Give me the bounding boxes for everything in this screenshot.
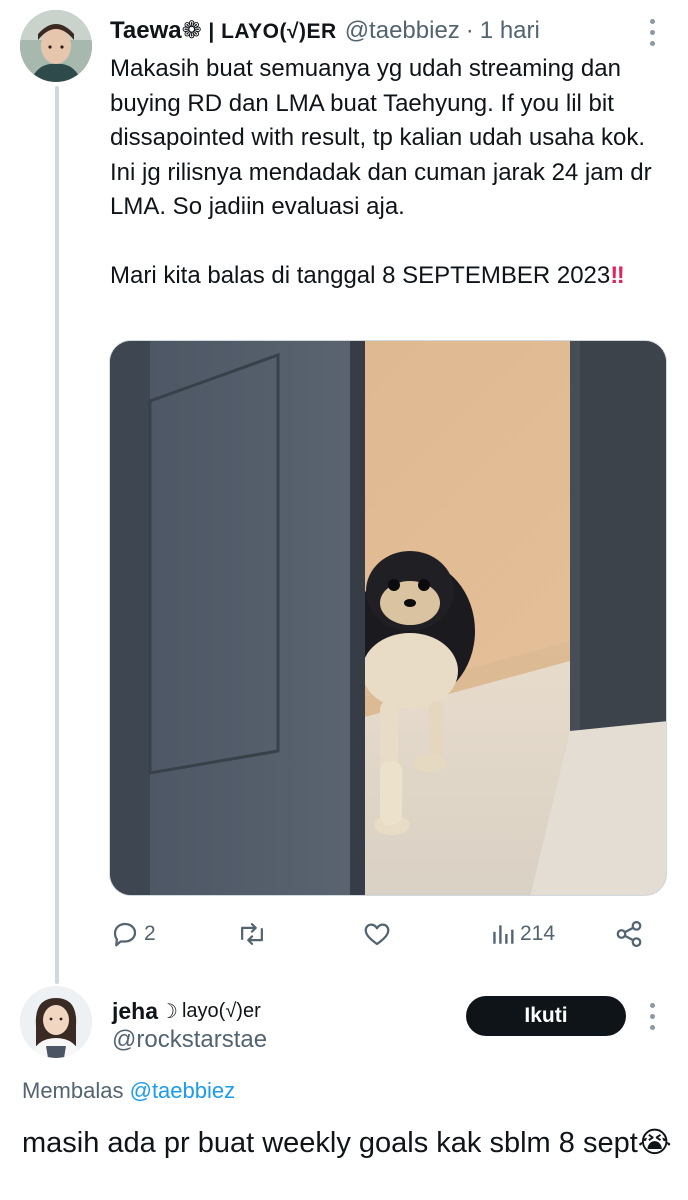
heart-icon — [364, 923, 390, 946]
tweet-text-paragraph-1: Makasih buat semuanya yg udah streaming … — [110, 55, 659, 220]
reply-author-name[interactable]: jeha ☽ layo(√)er — [112, 994, 261, 1028]
moon-emoji-icon: ☽ — [160, 1000, 178, 1023]
replying-to-line: Membalas @taebbiez — [22, 1078, 235, 1104]
flower-emoji-icon: ❁ — [181, 17, 202, 44]
reply-author-avatar[interactable] — [20, 986, 92, 1058]
views-button[interactable]: 214 — [490, 914, 555, 954]
author-name[interactable]: Taewa❁ | LAYO(√)ER — [110, 16, 337, 45]
reply-more-options-icon[interactable] — [642, 996, 662, 1036]
author-avatar[interactable] — [20, 10, 92, 82]
replying-prefix: Membalas — [22, 1078, 124, 1103]
reply-body: masih ada pr buat weekly goals kak sblm … — [22, 1124, 672, 1162]
reply-author-handle[interactable]: @rockstarstae — [112, 1026, 267, 1054]
tweet-text-paragraph-2: Mari kita balas di tanggal 8 SEPTEMBER 2… — [110, 262, 611, 289]
bar-chart-icon — [493, 925, 514, 944]
avatar-image — [20, 10, 92, 82]
dog-photo — [110, 341, 666, 895]
tweet-actions-bar: 2 214 — [110, 914, 666, 954]
share-button[interactable] — [614, 914, 644, 954]
reply-button[interactable]: 2 — [110, 914, 156, 954]
share-nodes-icon — [616, 921, 642, 947]
tweet-header: Taewa❁ | LAYO(√)ER @taebbiez · 1 hari — [110, 16, 650, 50]
crying-emoji-icon: 😭 — [637, 1127, 672, 1159]
tweet-media-photo[interactable] — [109, 340, 667, 896]
thread-connector-line — [55, 86, 59, 984]
avatar-image — [20, 986, 92, 1058]
tweet-timestamp[interactable]: 1 hari — [480, 17, 540, 45]
reply-text: masih ada pr buat weekly goals kak sblm … — [22, 1127, 638, 1159]
retweet-arrows-icon — [241, 923, 263, 945]
view-count: 214 — [520, 922, 556, 945]
reply-count: 2 — [144, 922, 156, 945]
replying-to-mention[interactable]: @taebbiez — [130, 1078, 236, 1103]
separator-dot: · — [465, 17, 474, 44]
reply-author-badge: layo(√)er — [181, 999, 261, 1022]
follow-button[interactable]: Ikuti — [466, 996, 626, 1036]
more-options-icon[interactable] — [642, 12, 662, 52]
speech-bubble-icon — [113, 922, 137, 947]
retweet-button[interactable] — [236, 914, 272, 954]
double-exclamation-icon: ‼ — [610, 262, 625, 289]
like-button[interactable] — [362, 914, 396, 954]
author-handle[interactable]: @taebbiez — [345, 17, 460, 45]
tweet-body: Makasih buat semuanya yg udah streaming … — [110, 52, 670, 294]
